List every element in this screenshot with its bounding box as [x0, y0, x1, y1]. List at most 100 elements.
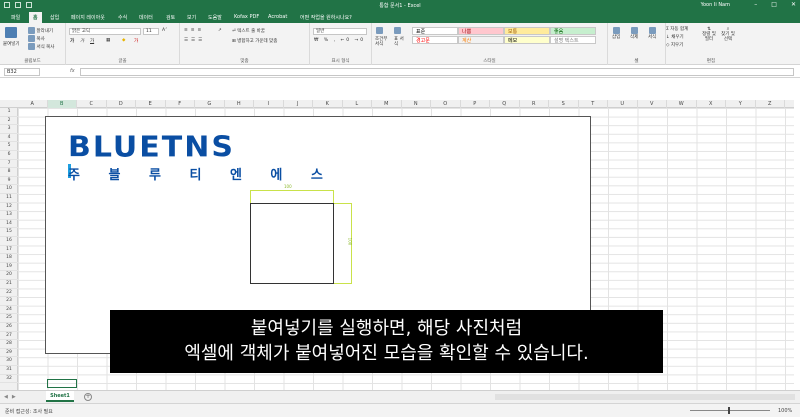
row-header-21[interactable]: 21: [0, 280, 18, 289]
formula-input[interactable]: [80, 68, 794, 76]
column-header-q[interactable]: Q: [490, 100, 520, 108]
row-header-31[interactable]: 31: [0, 366, 18, 375]
cell-style-calculation[interactable]: 계산: [458, 36, 504, 44]
cell-style-note[interactable]: 메모: [504, 36, 550, 44]
tab-home[interactable]: 홈: [29, 12, 42, 23]
column-header-k[interactable]: K: [313, 100, 343, 108]
row-header-15[interactable]: 15: [0, 228, 18, 237]
maximize-icon[interactable]: □: [771, 1, 777, 8]
font-name-select[interactable]: 맑은 고딕: [69, 28, 141, 35]
row-header-2[interactable]: 2: [0, 117, 18, 126]
column-header-v[interactable]: V: [638, 100, 667, 108]
row-header-4[interactable]: 4: [0, 134, 18, 143]
row-header-27[interactable]: 27: [0, 332, 18, 341]
tab-insert[interactable]: 삽입: [50, 14, 59, 21]
row-header-19[interactable]: 19: [0, 263, 18, 272]
paste-button[interactable]: [5, 27, 17, 38]
row-header-14[interactable]: 14: [0, 220, 18, 229]
column-header-h[interactable]: H: [225, 100, 254, 108]
row-header-6[interactable]: 6: [0, 151, 18, 160]
format-as-table-button[interactable]: [394, 27, 401, 34]
column-header-n[interactable]: N: [402, 100, 431, 108]
sheet-tab-sheet1[interactable]: Sheet1: [46, 391, 74, 402]
row-header-30[interactable]: 30: [0, 357, 18, 366]
format-cells-button[interactable]: 서식: [648, 27, 656, 40]
cell-style-normal[interactable]: 표준: [412, 27, 458, 35]
column-header-j[interactable]: J: [284, 100, 313, 108]
tab-kofax-pdf[interactable]: Kofax PDF: [234, 14, 259, 20]
active-cell-b32[interactable]: [47, 379, 77, 388]
delete-cells-button[interactable]: 삭제: [630, 27, 638, 40]
fx-icon[interactable]: fx: [70, 68, 75, 74]
column-header-e[interactable]: E: [136, 100, 166, 108]
row-header-24[interactable]: 24: [0, 306, 18, 315]
orientation-icon[interactable]: ↗: [218, 28, 222, 33]
tell-me-search[interactable]: 어떤 작업을 원하시나요?: [300, 14, 352, 21]
row-header-7[interactable]: 7: [0, 160, 18, 169]
zoom-slider-thumb[interactable]: [728, 407, 730, 414]
tab-view[interactable]: 보기: [187, 14, 196, 21]
row-header-11[interactable]: 11: [0, 194, 18, 203]
vertical-align-icons[interactable]: ≡≡≡: [184, 28, 204, 33]
row-header-23[interactable]: 23: [0, 297, 18, 306]
row-header-12[interactable]: 12: [0, 203, 18, 212]
row-header-20[interactable]: 20: [0, 271, 18, 280]
tab-data[interactable]: 데이터: [139, 14, 153, 21]
row-header-26[interactable]: 26: [0, 323, 18, 332]
user-name[interactable]: Yoon Ii Nam: [701, 2, 730, 8]
row-header-25[interactable]: 25: [0, 314, 18, 323]
column-header-t[interactable]: T: [579, 100, 608, 108]
column-header-l[interactable]: L: [343, 100, 372, 108]
row-header-3[interactable]: 3: [0, 125, 18, 134]
clear-button[interactable]: ◇ 지우기: [666, 42, 683, 48]
column-header-s[interactable]: S: [549, 100, 579, 108]
cut-button[interactable]: 잘라내기: [28, 27, 53, 34]
cell-style-bad[interactable]: 나쁨: [458, 27, 504, 35]
column-header-y[interactable]: Y: [726, 100, 756, 108]
insert-cells-button[interactable]: 삽입: [612, 27, 620, 40]
row-header-16[interactable]: 16: [0, 237, 18, 246]
copy-button[interactable]: 복사: [28, 35, 45, 42]
cell-style-explanatory[interactable]: 설명 텍스트: [550, 36, 596, 44]
close-icon[interactable]: ✕: [791, 1, 796, 8]
column-header-c[interactable]: C: [77, 100, 107, 108]
tab-acrobat[interactable]: Acrobat: [268, 14, 287, 20]
row-header-28[interactable]: 28: [0, 340, 18, 349]
italic-button[interactable]: 가: [80, 38, 84, 44]
tab-review[interactable]: 검토: [166, 14, 175, 21]
bold-button[interactable]: 가: [70, 38, 74, 44]
horizontal-align-icons[interactable]: ☰☰☰: [184, 38, 205, 43]
column-header-r[interactable]: R: [520, 100, 549, 108]
row-header-8[interactable]: 8: [0, 168, 18, 177]
fill-color-icon[interactable]: ◆: [122, 38, 125, 43]
font-size-select[interactable]: 11: [143, 28, 159, 35]
row-header-18[interactable]: 18: [0, 254, 18, 263]
column-header-u[interactable]: U: [608, 100, 638, 108]
wrap-text-button[interactable]: ⏎ 텍스트 줄 바꿈: [232, 28, 265, 34]
column-header-z[interactable]: Z: [756, 100, 785, 108]
column-header-p[interactable]: P: [461, 100, 490, 108]
column-header-o[interactable]: O: [431, 100, 461, 108]
autosum-button[interactable]: Σ 자동 합계: [666, 26, 688, 32]
row-header-32[interactable]: 32: [0, 375, 18, 384]
column-header-i[interactable]: I: [254, 100, 284, 108]
minimize-icon[interactable]: –: [754, 1, 757, 8]
add-sheet-icon[interactable]: +: [84, 393, 92, 401]
row-header-29[interactable]: 29: [0, 349, 18, 358]
sort-filter-button[interactable]: ⇅ 정렬 및 필터: [702, 27, 716, 42]
fill-button[interactable]: ↓ 채우기: [666, 34, 684, 40]
cell-style-good[interactable]: 좋음: [550, 27, 596, 35]
tab-file[interactable]: 파일: [11, 14, 20, 21]
zoom-slider[interactable]: [690, 410, 770, 411]
row-header-1[interactable]: 1: [0, 108, 18, 117]
tab-help[interactable]: 도움말: [208, 14, 222, 21]
column-header-w[interactable]: W: [667, 100, 697, 108]
cell-style-warning[interactable]: 경고문: [412, 36, 458, 44]
font-color-icon[interactable]: 가: [134, 38, 138, 44]
zoom-level[interactable]: 100%: [778, 408, 792, 414]
font-grow-icon[interactable]: A˄: [162, 28, 167, 33]
number-format-icons[interactable]: ₩ % , ←0 →0: [314, 38, 365, 43]
row-header-13[interactable]: 13: [0, 211, 18, 220]
underline-button[interactable]: 가: [90, 38, 94, 44]
border-icon[interactable]: ▦: [106, 38, 110, 43]
